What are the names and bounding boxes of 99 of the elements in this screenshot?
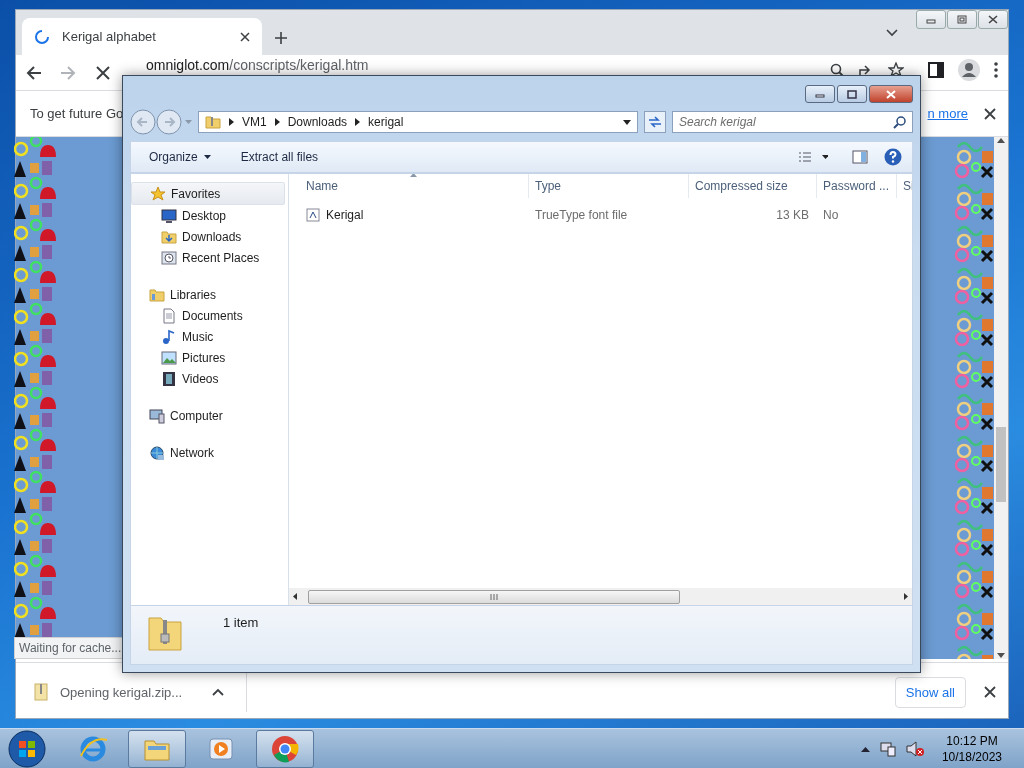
show-hidden-icons-icon[interactable] — [860, 746, 870, 752]
profile-icon[interactable] — [958, 59, 980, 81]
computer-icon — [149, 407, 165, 424]
new-tab-icon[interactable] — [274, 31, 288, 45]
menu-icon[interactable] — [994, 62, 998, 78]
show-all-button[interactable]: Show all — [894, 676, 966, 708]
close-icon[interactable] — [984, 107, 996, 120]
nav-item[interactable]: Videos — [131, 368, 288, 389]
back-icon[interactable] — [26, 64, 42, 81]
folder-icon — [161, 228, 177, 245]
nav-item[interactable]: Downloads — [131, 226, 288, 247]
column-header[interactable]: Type — [529, 174, 689, 198]
start-button-icon[interactable] — [8, 730, 46, 768]
sort-arrow-icon — [410, 174, 417, 177]
scrollbar[interactable] — [994, 137, 1008, 659]
breadcrumb-item[interactable]: Downloads — [287, 115, 348, 129]
nav-item[interactable]: Favorites — [131, 182, 285, 205]
nav-item[interactable]: Computer — [131, 405, 285, 426]
maximize-icon — [846, 89, 858, 99]
nav-item[interactable]: Recent Places — [131, 247, 288, 268]
chrome-icon — [270, 734, 300, 764]
toolbar-button[interactable]: Extract all files — [240, 148, 319, 166]
table-cell-text: TrueType font file — [534, 208, 629, 222]
nav-item[interactable]: Music — [131, 326, 288, 347]
restore-icon — [956, 15, 968, 24]
scroll-down-icon — [997, 653, 1005, 659]
loading-spinner-icon — [34, 28, 50, 45]
scrollbar-thumb[interactable] — [996, 427, 1006, 502]
refresh-icon — [648, 116, 662, 128]
view-options-icon[interactable] — [798, 151, 828, 163]
document-icon — [161, 307, 177, 324]
nav-item[interactable]: Pictures — [131, 347, 288, 368]
nav-item[interactable]: Network — [131, 442, 285, 463]
browser-tab[interactable]: Kerigal alphabet — [22, 18, 262, 55]
file-name[interactable]: Kerigal — [326, 208, 364, 222]
caret-icon[interactable] — [212, 688, 225, 696]
clock-icon — [161, 249, 177, 266]
minimize-button[interactable] — [805, 85, 835, 103]
table-cell-text: No — [822, 208, 840, 222]
close-icon — [885, 89, 897, 99]
nav-item[interactable]: Libraries — [131, 284, 285, 305]
nav-item[interactable]: Desktop — [131, 205, 288, 226]
dropdown-caret-icon[interactable] — [623, 119, 631, 125]
chevron-right-icon — [274, 118, 280, 126]
preview-pane-icon[interactable] — [852, 150, 868, 164]
monitor-icon — [161, 207, 177, 224]
side-panel-icon[interactable] — [928, 62, 944, 78]
network-icon — [149, 444, 165, 461]
search-field[interactable]: Search kerigal — [672, 111, 913, 133]
folder-icon — [149, 286, 165, 303]
close-button[interactable] — [978, 10, 1008, 29]
close-icon[interactable] — [984, 686, 996, 698]
search-icon[interactable] — [830, 63, 844, 77]
tab-list-icon[interactable] — [886, 29, 898, 37]
nav-item[interactable]: Documents — [131, 305, 288, 326]
breadcrumb-item[interactable]: kerigal — [368, 115, 404, 129]
picture-icon — [161, 349, 177, 366]
minimize-button[interactable] — [916, 10, 946, 29]
folder-icon — [205, 114, 221, 130]
maximize-button[interactable] — [837, 85, 867, 103]
column-header[interactable]: Si — [897, 174, 912, 198]
scrollbar-thumb[interactable] — [308, 590, 680, 604]
scroll-right-icon — [904, 593, 908, 600]
close-icon — [987, 15, 999, 24]
font-file-icon — [306, 208, 320, 222]
music-note-icon — [161, 328, 177, 345]
infobar-link[interactable]: n more — [927, 106, 968, 121]
close-button[interactable] — [869, 85, 913, 103]
breadcrumb-item[interactable]: VM1 — [242, 115, 267, 129]
toolbar-button[interactable]: Organize — [149, 148, 211, 166]
address-bar[interactable]: VM1 Downloads kerigal — [198, 111, 638, 133]
scroll-left-icon — [293, 593, 297, 600]
zip-file-icon — [34, 683, 48, 701]
grip-icon — [490, 594, 498, 600]
film-icon — [161, 370, 177, 387]
dropdown-caret-icon — [203, 155, 211, 159]
item-count: 1 item — [223, 615, 259, 630]
address-bar[interactable]: omniglot.com/conscripts/kerigal.htm — [146, 57, 369, 73]
column-header[interactable]: Password ... — [817, 174, 897, 198]
stop-icon[interactable] — [96, 65, 110, 80]
download-item[interactable]: Opening kerigal.zip... — [60, 684, 183, 700]
star-icon[interactable] — [888, 62, 904, 78]
network-icon[interactable] — [879, 741, 896, 757]
close-icon[interactable] — [240, 31, 250, 42]
chevron-right-icon — [229, 118, 234, 126]
refresh-button[interactable] — [644, 111, 666, 133]
horizontal-scrollbar[interactable] — [289, 588, 912, 605]
muted-volume-icon[interactable] — [905, 741, 924, 757]
scroll-up-icon — [997, 137, 1005, 143]
star-icon — [150, 185, 166, 202]
browser-icon — [78, 734, 108, 764]
taskbar-button[interactable] — [256, 730, 314, 768]
column-header[interactable]: Compressed size — [689, 174, 817, 198]
clock-date[interactable]: 10/18/2023 — [941, 749, 1002, 765]
chevron-right-icon — [355, 118, 361, 126]
taskbar-button[interactable] — [128, 730, 186, 768]
clock-time[interactable]: 10:12 PM — [946, 733, 998, 749]
table-cell-text: 13 KB — [775, 208, 810, 222]
help-icon[interactable] — [884, 148, 902, 166]
